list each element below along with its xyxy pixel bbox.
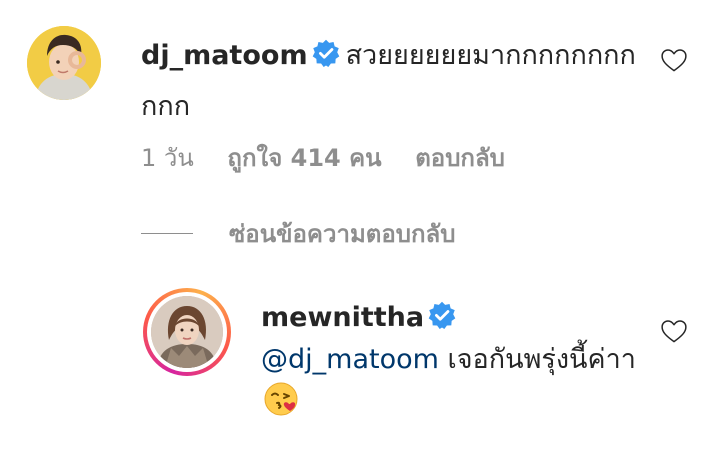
comment-timestamp[interactable]: 1 วัน — [141, 144, 194, 172]
divider-line — [141, 233, 193, 234]
heart-outline-icon[interactable] — [659, 316, 689, 346]
commenter-avatar[interactable] — [27, 26, 101, 100]
replier-avatar[interactable] — [151, 296, 223, 368]
commenter-username[interactable]: dj_matoom — [141, 40, 308, 71]
hide-replies-button[interactable]: ซ่อนข้อความตอบกลับ — [141, 214, 455, 253]
verified-badge-icon — [428, 301, 456, 329]
comment-text-block: dj_matoom สวยยยยยยมากกกกกกกกกกก — [141, 30, 641, 132]
mention-link[interactable]: @dj_matoom — [261, 344, 439, 375]
heart-outline-icon[interactable] — [659, 45, 689, 75]
story-ring[interactable] — [143, 288, 231, 376]
reply-text-block: mewnittha @dj_matoom เจอกันพรุ่งนี้ค่าา — [261, 297, 641, 423]
comment-meta-row: 1 วัน ถูกใจ 414 คน ตอบกลับ — [141, 138, 505, 177]
comment-thread: dj_matoom สวยยยยยยมากกกกกกกกกกก 1 วัน ถูก… — [0, 0, 718, 451]
hide-replies-label: ซ่อนข้อความตอบกลับ — [229, 220, 456, 248]
comment-like-count[interactable]: ถูกใจ 414 คน — [227, 144, 381, 172]
reply-button[interactable]: ตอบกลับ — [415, 144, 505, 172]
replier-username[interactable]: mewnittha — [261, 302, 424, 333]
reply-text: เจอกันพรุ่งนี้ค่าา — [438, 344, 636, 375]
reply-message: @dj_matoom เจอกันพรุ่งนี้ค่าา — [261, 339, 641, 423]
face-blowing-kiss-emoji — [263, 381, 299, 417]
verified-badge-icon — [312, 39, 340, 67]
